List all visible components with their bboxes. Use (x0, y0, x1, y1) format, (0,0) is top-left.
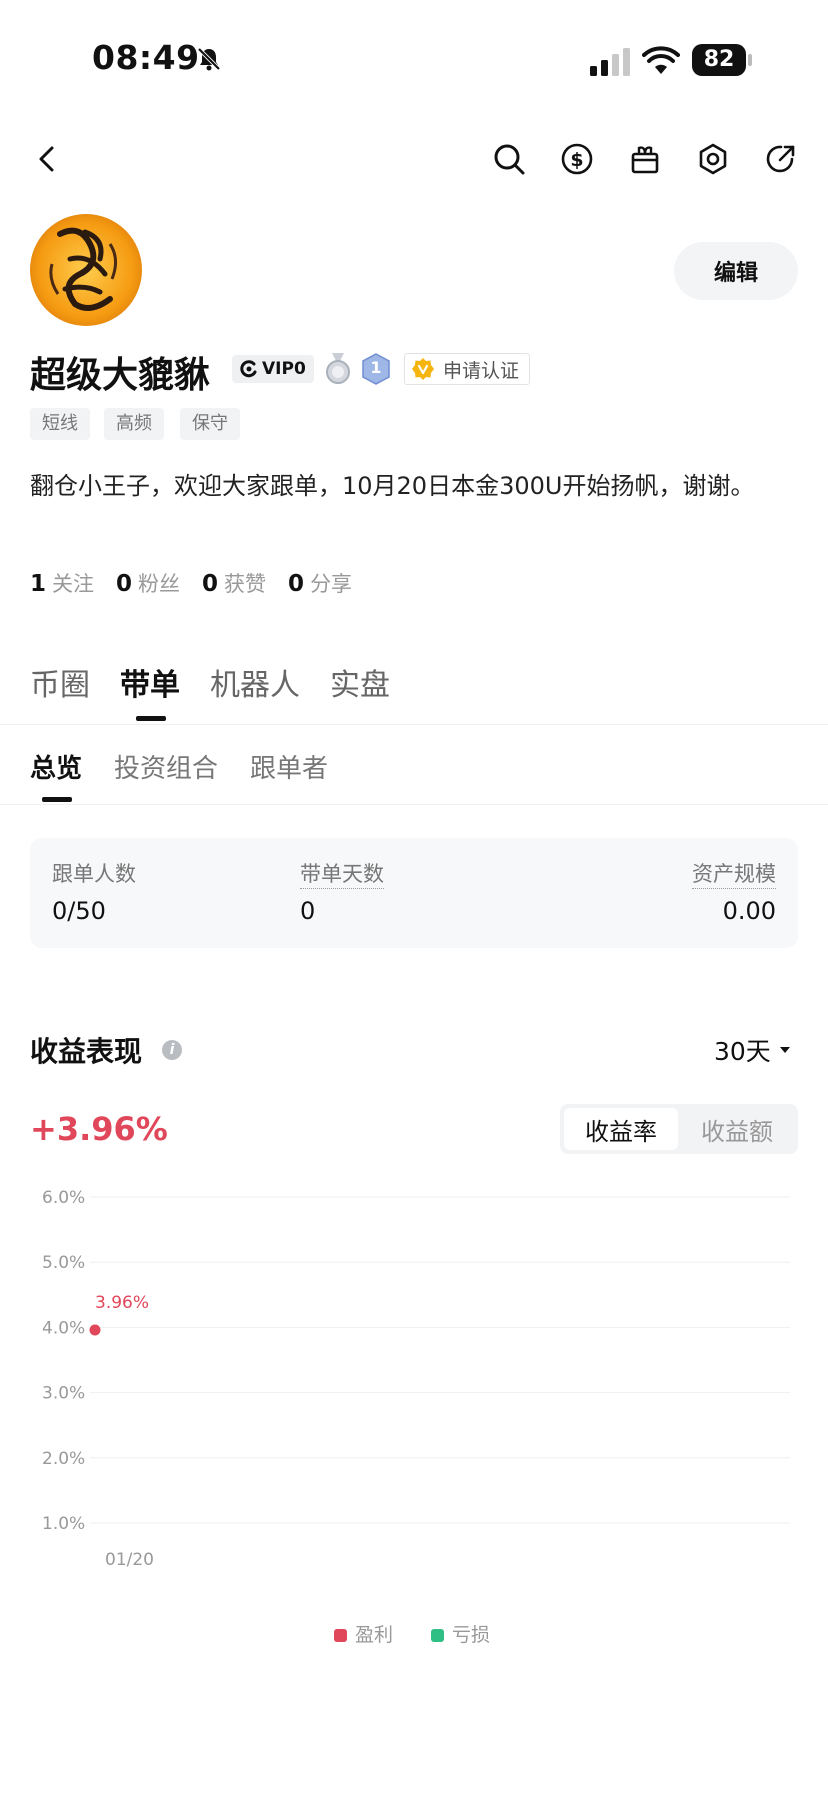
edit-profile-button[interactable]: 编辑 (674, 242, 798, 300)
tag-short-term: 短线 (30, 408, 90, 440)
tab-crypto[interactable]: 币圈 (30, 660, 90, 704)
metric-toggle: 收益率 收益额 (560, 1104, 798, 1154)
avatar[interactable] (30, 214, 142, 326)
tab-bots[interactable]: 机器人 (210, 660, 300, 704)
sub-tabs: 总览 投资组合 跟单者 (30, 748, 328, 785)
share-button[interactable] (762, 140, 800, 178)
return-amount-button[interactable]: 收益额 (680, 1108, 794, 1150)
search-button[interactable] (490, 140, 528, 178)
stat-followers[interactable]: 0 粉丝 (116, 568, 180, 598)
followers-stat: 跟单人数 0/50 (52, 858, 136, 925)
stat-likes[interactable]: 0 获赞 (202, 568, 266, 598)
verify-label: 申请认证 (443, 359, 520, 382)
y-tick-label: 2.0% (42, 1449, 85, 1469)
overview-card: 跟单人数 0/50 带单天数 0 资产规模 0.00 (30, 838, 798, 948)
tag-conservative: 保守 (180, 408, 240, 440)
level-number: 1 (370, 358, 382, 377)
settings-button[interactable] (694, 140, 732, 178)
vip-badge[interactable]: VIP0 (232, 355, 314, 383)
cellular-signal-icon (590, 48, 630, 76)
chevron-left-icon (39, 146, 54, 172)
days-label[interactable]: 带单天数 (300, 858, 384, 889)
dollar-circle-icon: $ (561, 143, 593, 175)
tag-high-frequency: 高频 (104, 408, 164, 440)
x-tick-label: 01/20 (105, 1550, 154, 1570)
performance-title: 收益表现 (30, 1035, 143, 1068)
earnings-button[interactable]: $ (558, 140, 596, 178)
divider (0, 804, 828, 805)
active-tab-indicator (136, 716, 166, 721)
username: 超级大貔貅 (30, 355, 211, 396)
gift-button[interactable] (626, 140, 664, 178)
silver-medal-icon (326, 353, 350, 384)
divider (0, 724, 828, 725)
subtab-portfolio[interactable]: 投资组合 (114, 748, 218, 785)
apply-verification-button[interactable]: 申请认证 (404, 353, 531, 385)
legend-loss: 亏损 (431, 1620, 490, 1647)
profile-stats: 1 关注 0 粉丝 0 获赞 0 分享 (30, 568, 352, 598)
level-badge: 1 (362, 353, 390, 385)
gift-icon (631, 146, 659, 174)
data-point[interactable] (89, 1324, 101, 1336)
profile-bio: 翻仓小王子，欢迎大家跟单，10月20日本金300U开始扬帆，谢谢。 (30, 472, 755, 500)
gear-icon (699, 143, 727, 175)
y-tick-label: 3.0% (42, 1384, 85, 1404)
tab-copy-trading[interactable]: 带单 (120, 660, 180, 704)
back-button[interactable] (28, 140, 66, 178)
vip-logo-icon (240, 360, 257, 378)
days-stat: 带单天数 0 (300, 858, 384, 925)
legend-profit: 盈利 (334, 1620, 393, 1647)
search-icon (494, 144, 525, 175)
stat-shares[interactable]: 0 分享 (288, 568, 352, 598)
status-time: 08:49 (92, 38, 200, 77)
y-tick-label: 4.0% (42, 1318, 85, 1338)
subtab-copiers[interactable]: 跟单者 (250, 748, 328, 785)
main-tabs: 币圈 带单 机器人 实盘 (30, 660, 390, 704)
y-tick-label: 5.0% (42, 1253, 85, 1273)
return-percentage: +3.96% (30, 1110, 168, 1148)
vip-label: VIP0 (262, 359, 306, 379)
bell-muted-icon (197, 47, 221, 71)
share-icon (766, 145, 795, 173)
followers-label: 跟单人数 (52, 862, 136, 886)
data-label: 3.96% (95, 1293, 149, 1313)
days-value: 0 (300, 897, 316, 925)
period-label: 30天 (714, 1037, 771, 1066)
wifi-icon (642, 46, 680, 74)
caret-down-icon (779, 1047, 790, 1053)
assets-stat: 资产规模 0.00 (692, 858, 776, 925)
battery-icon: 82 (692, 44, 754, 78)
followers-value: 0/50 (52, 897, 106, 925)
subtab-overview[interactable]: 总览 (30, 748, 82, 785)
performance-chart: 6.0% 5.0% 4.0% 3.0% 2.0% 1.0% 01/20 3.96% (42, 1188, 790, 1570)
info-icon[interactable]: i (162, 1040, 182, 1060)
svg-text:$: $ (570, 149, 583, 171)
period-selector[interactable]: 30天 (714, 1032, 791, 1068)
chart-legend: 盈利 亏损 (334, 1620, 490, 1647)
assets-label[interactable]: 资产规模 (692, 858, 776, 889)
stat-following[interactable]: 1 关注 (30, 568, 94, 598)
y-tick-label: 6.0% (42, 1188, 85, 1208)
assets-value: 0.00 (722, 897, 776, 925)
active-subtab-indicator (42, 797, 72, 802)
y-tick-label: 1.0% (42, 1514, 85, 1534)
avatar-image (30, 214, 142, 326)
return-rate-button[interactable]: 收益率 (564, 1108, 678, 1150)
tab-live-trading[interactable]: 实盘 (330, 660, 390, 704)
verified-badge-icon (412, 358, 434, 380)
battery-level: 82 (692, 44, 746, 76)
